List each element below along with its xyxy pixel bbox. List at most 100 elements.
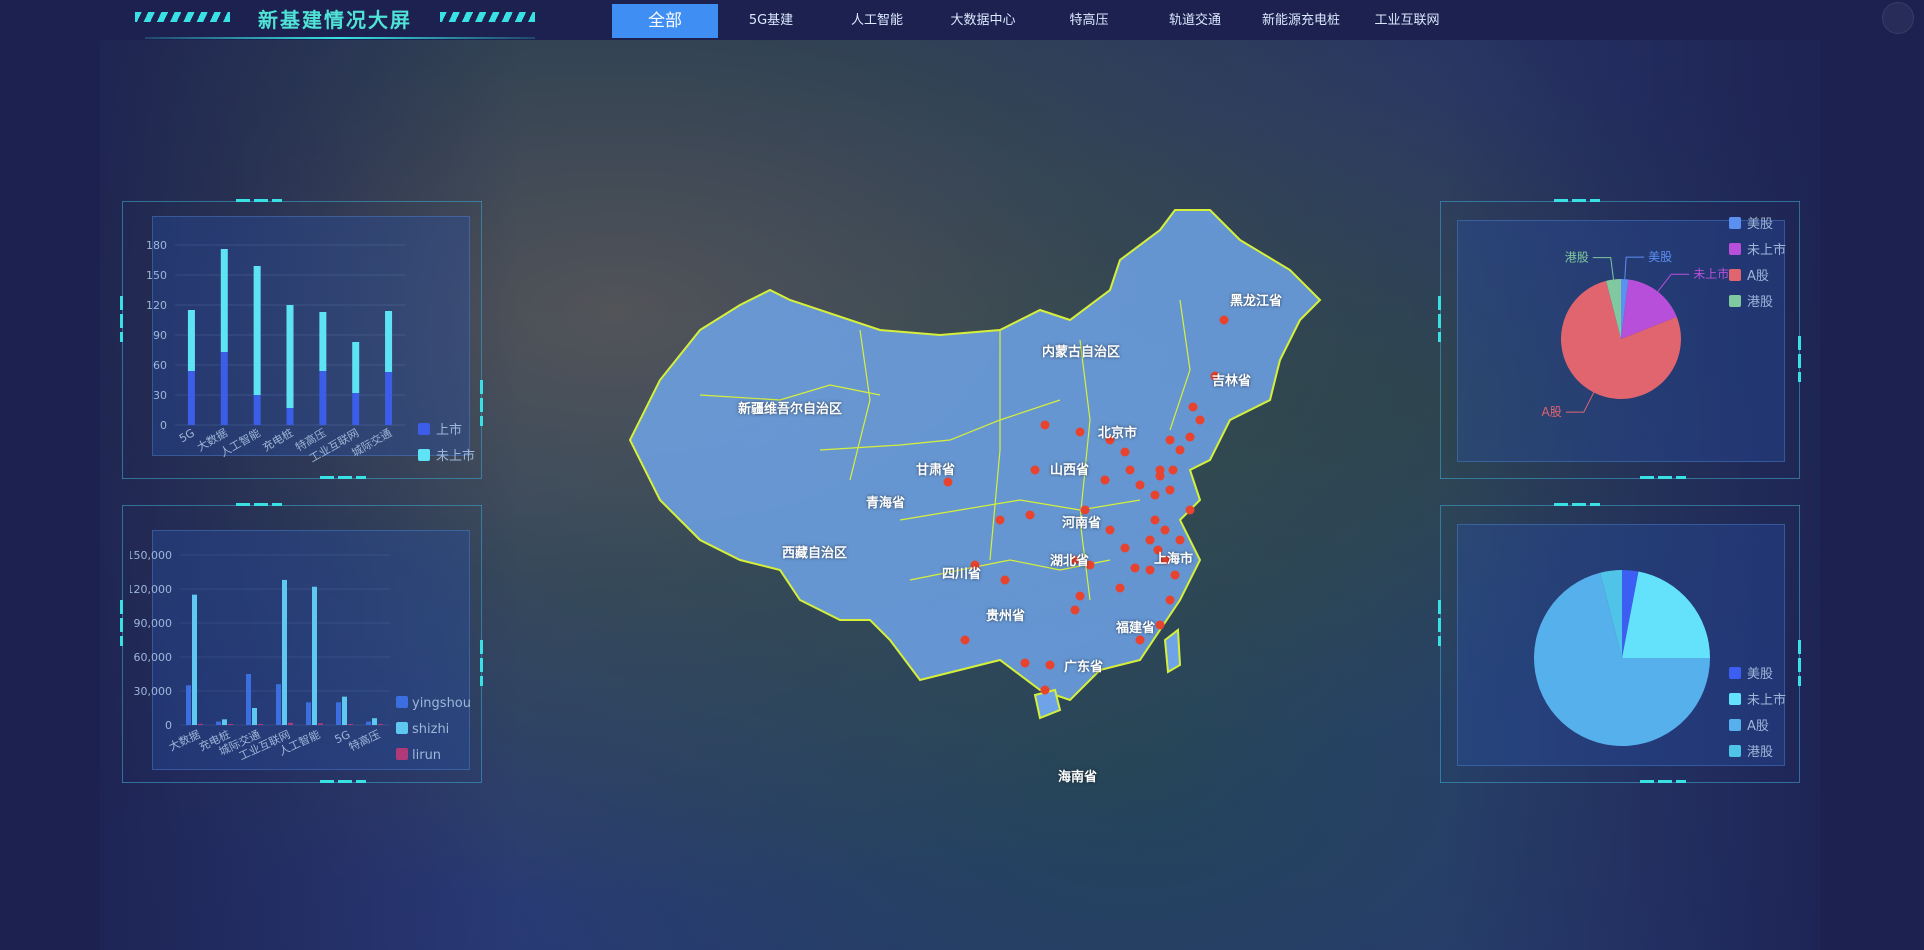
- company-marker[interactable]: [1025, 510, 1035, 520]
- legend-swatch[interactable]: [1729, 269, 1741, 281]
- tab-big-data[interactable]: 大数据中心: [930, 4, 1036, 38]
- china-province-area[interactable]: [628, 209, 1322, 702]
- company-marker[interactable]: [1070, 605, 1080, 615]
- company-marker[interactable]: [1188, 402, 1198, 412]
- company-marker[interactable]: [1195, 415, 1205, 425]
- company-marker[interactable]: [1135, 480, 1145, 490]
- bar-上市[interactable]: [253, 395, 261, 425]
- menu-grid-icon[interactable]: [1882, 2, 1914, 34]
- bar-lirun[interactable]: [198, 723, 203, 725]
- tab-uhv[interactable]: 特高压: [1036, 4, 1142, 38]
- legend-label[interactable]: 港股: [1747, 295, 1773, 310]
- company-marker[interactable]: [1125, 465, 1135, 475]
- company-marker[interactable]: [1170, 570, 1180, 580]
- bar-上市[interactable]: [187, 371, 195, 425]
- legend-label[interactable]: 港股: [1747, 745, 1773, 760]
- legend-swatch[interactable]: [396, 696, 408, 708]
- legend-swatch[interactable]: [1729, 719, 1741, 731]
- company-marker[interactable]: [1185, 505, 1195, 515]
- bar-shizhi[interactable]: [342, 696, 347, 725]
- bar-yingshou[interactable]: [306, 702, 311, 725]
- company-marker[interactable]: [1130, 563, 1140, 573]
- tab-all[interactable]: 全部: [612, 4, 718, 38]
- legend-label[interactable]: yingshou: [412, 696, 471, 711]
- bar-yingshou[interactable]: [366, 721, 371, 725]
- bar-lirun[interactable]: [318, 723, 323, 725]
- legend-label[interactable]: A股: [1747, 269, 1769, 284]
- company-marker[interactable]: [1175, 445, 1185, 455]
- company-marker[interactable]: [1160, 525, 1170, 535]
- legend-label[interactable]: 未上市: [1747, 242, 1786, 258]
- company-marker[interactable]: [960, 635, 970, 645]
- company-marker[interactable]: [995, 515, 1005, 525]
- bar-yingshou[interactable]: [276, 684, 281, 725]
- bar-未上市[interactable]: [253, 266, 261, 395]
- bar-shizhi[interactable]: [222, 719, 227, 725]
- legend-label[interactable]: 美股: [1747, 667, 1773, 682]
- legend-swatch[interactable]: [1729, 243, 1741, 255]
- legend-label[interactable]: lirun: [412, 748, 441, 763]
- bar-未上市[interactable]: [385, 311, 393, 372]
- bar-未上市[interactable]: [352, 342, 360, 393]
- company-marker[interactable]: [1168, 465, 1178, 475]
- company-marker[interactable]: [1155, 465, 1165, 475]
- legend-label[interactable]: 上市: [436, 422, 462, 438]
- company-marker[interactable]: [1135, 635, 1145, 645]
- company-marker[interactable]: [1030, 465, 1040, 475]
- company-marker[interactable]: [1000, 575, 1010, 585]
- company-marker[interactable]: [1120, 447, 1130, 457]
- company-marker[interactable]: [1165, 595, 1175, 605]
- company-marker[interactable]: [1185, 432, 1195, 442]
- bar-shizhi[interactable]: [252, 708, 257, 725]
- bar-shizhi[interactable]: [372, 718, 377, 725]
- legend-label[interactable]: 未上市: [1747, 692, 1786, 708]
- bar-shizhi[interactable]: [192, 594, 197, 725]
- bar-lirun[interactable]: [258, 724, 263, 725]
- company-marker[interactable]: [1175, 535, 1185, 545]
- legend-swatch[interactable]: [1729, 295, 1741, 307]
- company-marker[interactable]: [1165, 485, 1175, 495]
- company-marker[interactable]: [1040, 685, 1050, 695]
- taiwan-island[interactable]: [1163, 628, 1182, 674]
- bar-yingshou[interactable]: [246, 674, 251, 725]
- tab-industrial-internet[interactable]: 工业互联网: [1354, 4, 1460, 38]
- bar-lirun[interactable]: [288, 722, 293, 725]
- tab-rail[interactable]: 轨道交通: [1142, 4, 1248, 38]
- bar-上市[interactable]: [319, 371, 327, 425]
- bar-yingshou[interactable]: [336, 702, 341, 725]
- bar-未上市[interactable]: [187, 310, 195, 371]
- bar-lirun[interactable]: [378, 724, 383, 725]
- legend-swatch[interactable]: [1729, 745, 1741, 757]
- legend-swatch[interactable]: [1729, 693, 1741, 705]
- company-marker[interactable]: [1020, 658, 1030, 668]
- company-marker[interactable]: [1150, 515, 1160, 525]
- legend-label[interactable]: 未上市: [436, 448, 475, 464]
- legend-swatch[interactable]: [396, 748, 408, 760]
- company-marker[interactable]: [943, 477, 953, 487]
- bar-lirun[interactable]: [348, 724, 353, 725]
- bar-上市[interactable]: [286, 408, 294, 425]
- bar-shizhi[interactable]: [312, 586, 317, 725]
- company-marker[interactable]: [1155, 620, 1165, 630]
- hainan-island[interactable]: [1033, 688, 1062, 720]
- company-marker[interactable]: [1105, 525, 1115, 535]
- bar-lirun[interactable]: [228, 724, 233, 725]
- bar-上市[interactable]: [385, 372, 393, 425]
- legend-swatch[interactable]: [418, 423, 430, 435]
- bar-未上市[interactable]: [286, 305, 294, 408]
- bar-上市[interactable]: [220, 352, 228, 425]
- company-marker[interactable]: [1165, 435, 1175, 445]
- bar-yingshou[interactable]: [216, 721, 221, 725]
- tab-ev-charging[interactable]: 新能源充电桩: [1248, 4, 1354, 38]
- company-marker[interactable]: [1150, 490, 1160, 500]
- legend-label[interactable]: A股: [1747, 719, 1769, 734]
- company-marker[interactable]: [1045, 660, 1055, 670]
- bar-上市[interactable]: [352, 393, 360, 425]
- legend-swatch[interactable]: [396, 722, 408, 734]
- legend-swatch[interactable]: [1729, 217, 1741, 229]
- legend-swatch[interactable]: [1729, 667, 1741, 679]
- legend-swatch[interactable]: [418, 449, 430, 461]
- bar-未上市[interactable]: [319, 312, 327, 371]
- company-marker[interactable]: [1115, 583, 1125, 593]
- company-marker[interactable]: [1075, 427, 1085, 437]
